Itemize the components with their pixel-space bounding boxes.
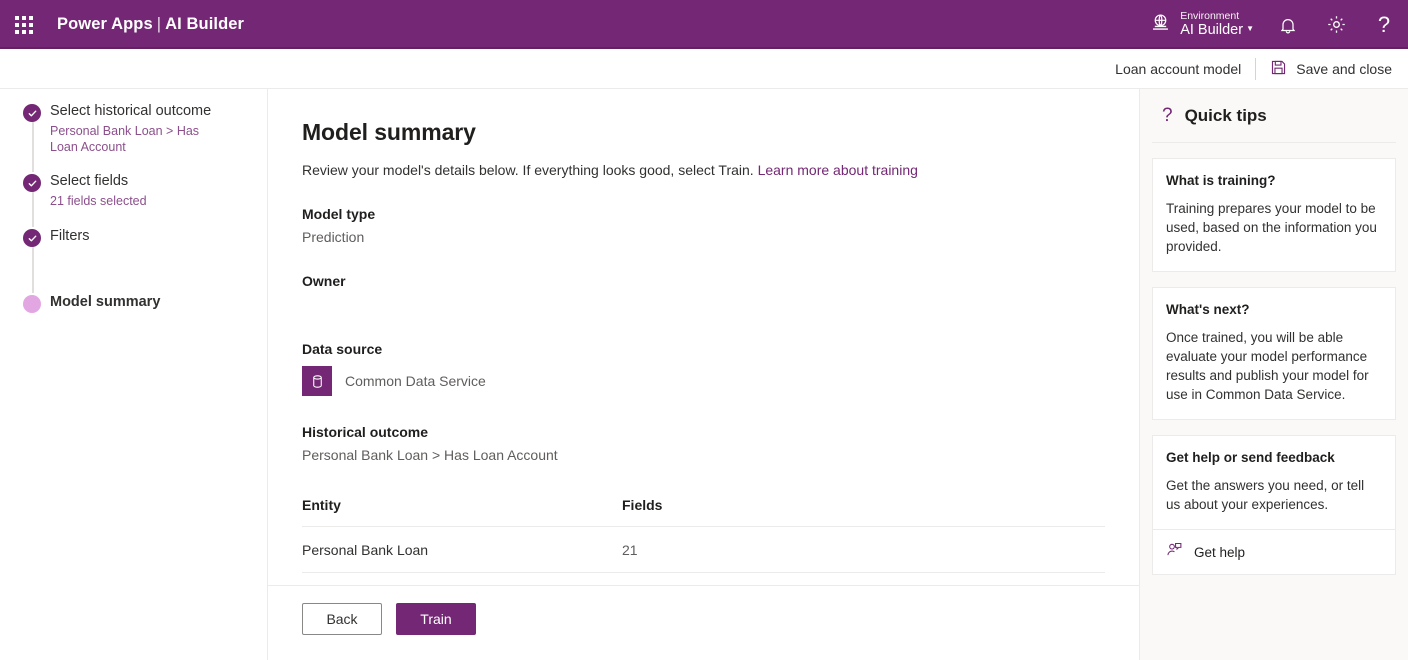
quick-tips-title: Quick tips [1185, 106, 1267, 126]
tip-heading: What is training? [1166, 173, 1382, 188]
field-owner: Owner [302, 273, 1139, 313]
step-complete-check-icon [23, 174, 41, 192]
sidebar-step-select-fields[interactable]: Select fields 21 fields selected [0, 168, 267, 223]
app-launcher-button[interactable] [0, 0, 48, 49]
tip-card-content: Get help or send feedback Get the answer… [1153, 436, 1395, 529]
body-row: Select historical outcome Personal Bank … [0, 89, 1408, 660]
sidebar-step-model-summary[interactable]: Model summary [0, 289, 267, 329]
field-value: Personal Bank Loan > Has Loan Account [302, 447, 1139, 463]
learn-more-about-training-link[interactable]: Learn more about training [758, 162, 918, 178]
page-description-text: Review your model's details below. If ev… [302, 162, 758, 178]
environment-label: Environment [1180, 10, 1254, 22]
environment-text: Environment AI Builder▼ [1180, 10, 1254, 39]
step-complete-check-icon [23, 104, 41, 122]
back-button[interactable]: Back [302, 603, 382, 635]
tip-card-whats-next: What's next? Once trained, you will be a… [1152, 287, 1396, 420]
tip-body: Get the answers you need, or tell us abo… [1166, 476, 1382, 514]
table-header-row: Entity Fields [302, 497, 1105, 526]
tip-heading: What's next? [1166, 302, 1382, 317]
step-title: Model summary [50, 289, 253, 311]
help-button[interactable]: ? [1360, 0, 1408, 49]
sidebar-step-select-historical-outcome[interactable]: Select historical outcome Personal Bank … [0, 98, 267, 168]
field-label: Owner [302, 273, 1139, 289]
gear-icon [1326, 14, 1347, 35]
get-help-label: Get help [1194, 545, 1245, 560]
step-subtitle: 21 fields selected [50, 193, 225, 209]
tip-card-what-is-training: What is training? Training prepares your… [1152, 158, 1396, 272]
command-bar: Loan account model Save and close [0, 49, 1408, 89]
field-label: Model type [302, 206, 1139, 222]
brand-app-label: AI Builder [165, 15, 244, 33]
train-button[interactable]: Train [396, 603, 476, 635]
model-name-label: Loan account model [1101, 61, 1255, 77]
sidebar-step-filters[interactable]: Filters [0, 223, 267, 289]
step-connector-line [32, 122, 34, 172]
field-label: Historical outcome [302, 424, 1139, 440]
step-title: Filters [50, 223, 253, 245]
common-data-service-database-icon [302, 366, 332, 396]
field-label: Data source [302, 341, 1139, 357]
quick-tips-panel: ? Quick tips What is training? Training … [1140, 89, 1408, 660]
main-footer: Back Train [268, 585, 1139, 660]
step-connector-line [32, 247, 34, 293]
tip-card-get-help-or-send-feedback: Get help or send feedback Get the answer… [1152, 435, 1396, 575]
brand-bar: Power Apps|AI Builder Environment AI Bui… [0, 0, 1408, 49]
field-value [302, 296, 1139, 313]
step-title: Select historical outcome [50, 98, 253, 120]
bell-icon [1278, 15, 1298, 35]
settings-button[interactable] [1312, 0, 1360, 49]
wizard-rail: Select historical outcome Personal Bank … [0, 89, 268, 660]
page-description: Review your model's details below. If ev… [302, 162, 1139, 178]
app-launcher-grid-icon [15, 16, 33, 34]
notifications-button[interactable] [1264, 0, 1312, 49]
data-source-name: Common Data Service [345, 373, 486, 389]
entity-fields-table: Entity Fields Personal Bank Loan 21 [302, 497, 1105, 573]
environment-value: AI Builder▼ [1180, 22, 1254, 39]
tip-body: Once trained, you will be able evaluate … [1166, 328, 1382, 404]
page-title: Model summary [302, 119, 1139, 146]
main-content-scroll: Model summary Review your model's detail… [268, 89, 1139, 585]
tip-heading: Get help or send feedback [1166, 450, 1382, 465]
question-mark-icon: ? [1162, 106, 1173, 125]
field-value: Prediction [302, 229, 1139, 245]
environment-globe-icon [1150, 12, 1171, 38]
save-floppy-icon [1270, 59, 1287, 79]
tip-body: Training prepares your model to be used,… [1166, 199, 1382, 256]
main-content: Model summary Review your model's detail… [268, 89, 1140, 660]
save-and-close-button[interactable]: Save and close [1256, 53, 1402, 85]
field-model-type: Model type Prediction [302, 206, 1139, 245]
step-connector-line [32, 192, 34, 227]
app-root: Power Apps|AI Builder Environment AI Bui… [0, 0, 1408, 660]
field-data-source: Data source Common Data Service [302, 341, 1139, 396]
quick-tips-header: ? Quick tips [1152, 89, 1396, 143]
table-row: Personal Bank Loan 21 [302, 526, 1105, 573]
table-header-fields: Fields [622, 497, 1105, 513]
table-header-entity: Entity [302, 497, 622, 513]
brand-separator: | [153, 15, 165, 33]
step-current-dot-icon [23, 295, 41, 313]
step-subtitle: Personal Bank Loan > Has Loan Account [50, 123, 225, 155]
step-complete-check-icon [23, 229, 41, 247]
question-mark-icon: ? [1378, 14, 1390, 36]
brand-bar-underline [0, 47, 1408, 49]
save-and-close-label: Save and close [1296, 61, 1392, 77]
field-historical-outcome: Historical outcome Personal Bank Loan > … [302, 424, 1139, 463]
table-cell-fields: 21 [622, 542, 1105, 558]
step-title: Select fields [50, 168, 253, 190]
environment-picker[interactable]: Environment AI Builder▼ [1146, 0, 1264, 49]
brand-title[interactable]: Power Apps|AI Builder [57, 15, 244, 34]
get-help-person-icon [1166, 541, 1183, 563]
brand-product-label: Power Apps [57, 15, 153, 33]
get-help-button[interactable]: Get help [1153, 529, 1395, 574]
data-source-row: Common Data Service [302, 366, 1139, 396]
brand-bar-right: Environment AI Builder▼ [1146, 0, 1408, 49]
table-cell-entity: Personal Bank Loan [302, 542, 622, 558]
